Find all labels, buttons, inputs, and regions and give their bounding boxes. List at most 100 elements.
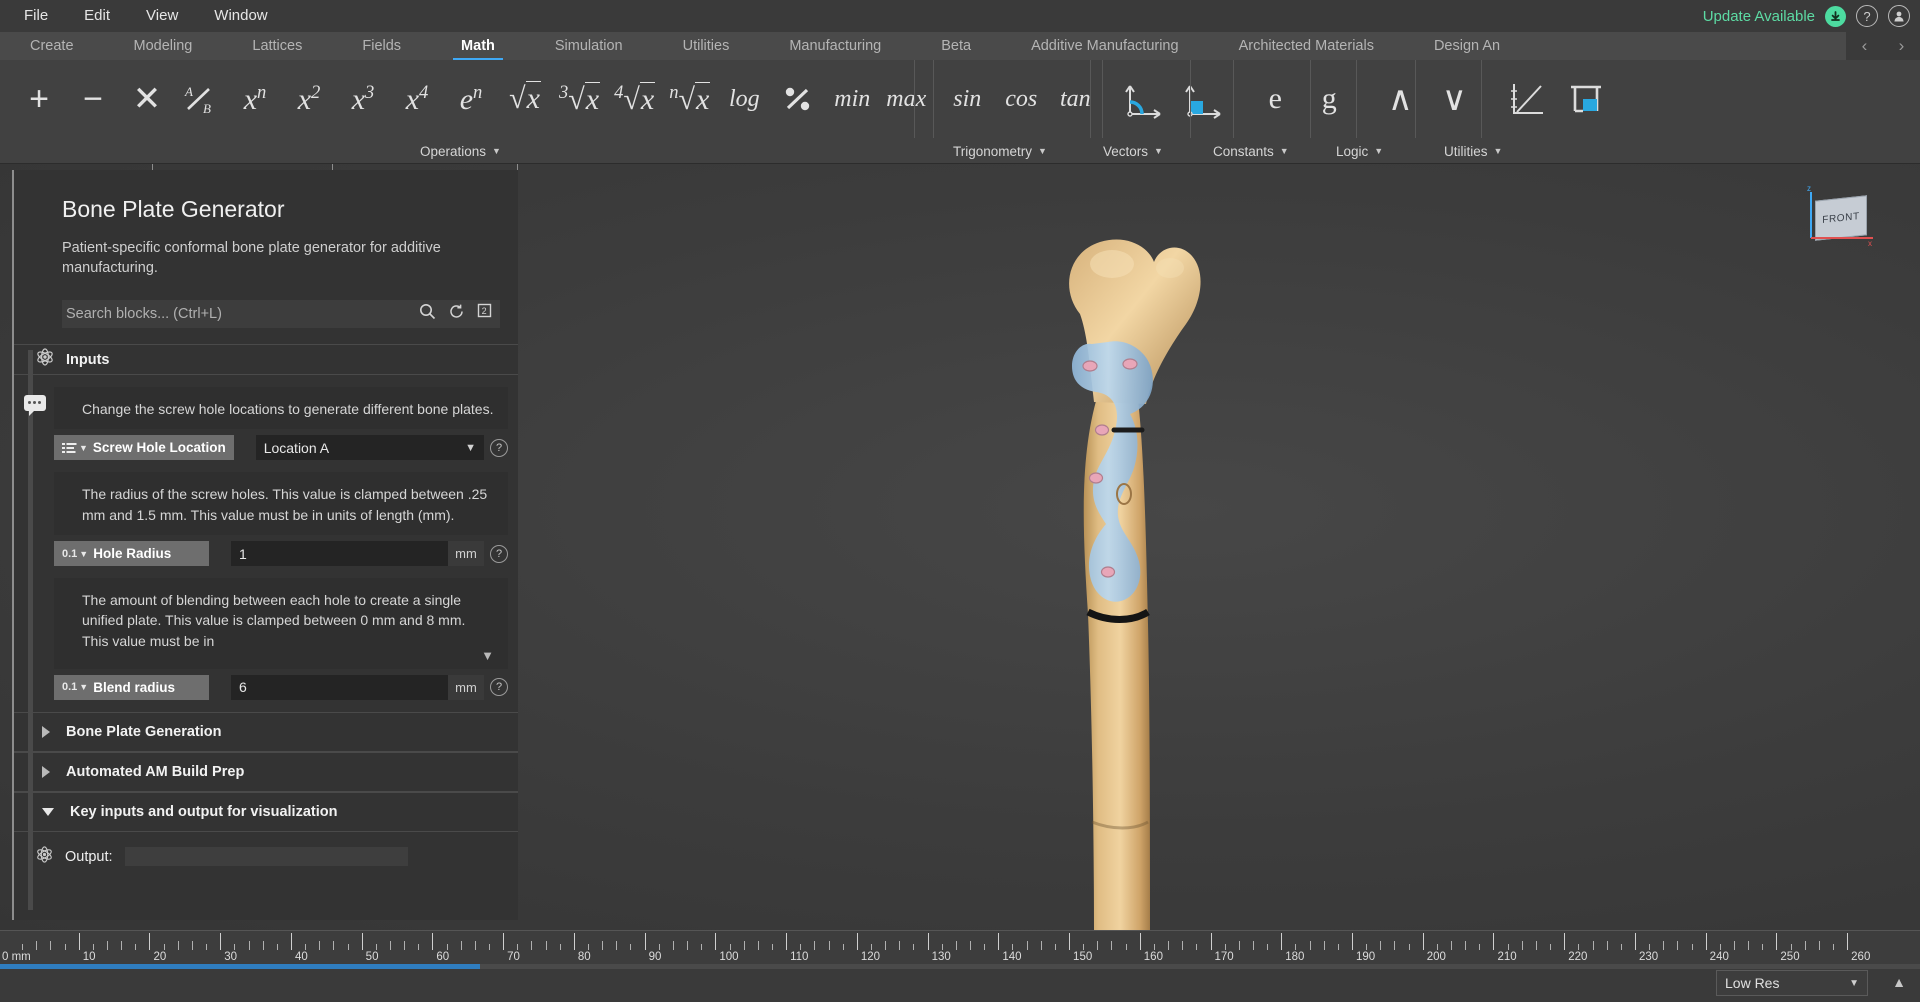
ribbon-group-label-constants[interactable]: Constants▼ <box>1213 138 1289 164</box>
tab-lattices[interactable]: Lattices <box>222 32 332 60</box>
field-tag-screw-hole-location[interactable]: ▼ Screw Hole Location <box>54 435 234 460</box>
ruler-major-tick <box>1847 933 1848 950</box>
refresh-icon[interactable] <box>448 303 465 325</box>
power-2-button[interactable]: x2 <box>282 60 336 138</box>
power-n-button[interactable]: xn <box>228 60 282 138</box>
ribbon-group-label-vectors[interactable]: Vectors▼ <box>1103 138 1163 164</box>
power-3-button[interactable]: x3 <box>336 60 390 138</box>
logic-and-button[interactable]: ∧ <box>1373 60 1427 138</box>
account-icon[interactable] <box>1888 5 1910 27</box>
ribbon-group-label-logic[interactable]: Logic▼ <box>1336 138 1383 164</box>
ruler-minor-tick <box>1805 941 1806 950</box>
sqrt-button[interactable]: √x <box>498 60 552 138</box>
ruler-major-tick <box>1564 933 1565 950</box>
menu-item-window[interactable]: Window <box>200 0 281 32</box>
tab-fields[interactable]: Fields <box>332 32 431 60</box>
bounding-box-icon[interactable] <box>1556 60 1616 138</box>
min-button[interactable]: min <box>825 60 879 138</box>
menu-item-edit[interactable]: Edit <box>70 0 124 32</box>
fourth-root-button[interactable]: 4√x <box>607 60 662 138</box>
dropdown-screw-hole-location[interactable]: Location A ▼ <box>256 435 484 460</box>
help-icon[interactable]: ? <box>1856 5 1878 27</box>
duplicate-icon[interactable]: 2 <box>477 303 494 325</box>
ruler-tick-label: 250 <box>1780 951 1799 963</box>
tab-modeling[interactable]: Modeling <box>104 32 223 60</box>
ruler-minor-tick <box>1380 941 1381 950</box>
svg-text:B: B <box>203 101 211 116</box>
expand-help-chevron-down-icon[interactable]: ▼ <box>481 648 494 663</box>
help-icon-screw-hole-location[interactable]: ? <box>490 439 508 457</box>
angle-between-vectors-icon[interactable] <box>1113 60 1173 138</box>
graph-icon[interactable] <box>1498 60 1556 138</box>
field-tag-hole-radius[interactable]: 0.1 ▼ Hole Radius <box>54 541 209 566</box>
section-label-inputs: Inputs <box>66 352 110 368</box>
tab-manufacturing[interactable]: Manufacturing <box>759 32 911 60</box>
ribbon-group-label-trigonometry[interactable]: Trigonometry▼ <box>953 138 1047 164</box>
resolution-select[interactable]: Low Res ▼ <box>1716 970 1868 996</box>
accordion-bone-plate-generation[interactable]: Bone Plate Generation <box>14 712 518 752</box>
menu-item-view[interactable]: View <box>132 0 192 32</box>
ruler-major-tick <box>149 933 150 950</box>
number-input-hole-radius[interactable]: 1 <box>231 541 448 566</box>
add-button[interactable]: + <box>12 60 66 138</box>
subtract-button[interactable]: − <box>66 60 120 138</box>
ruler-minor-tick <box>1267 944 1268 950</box>
ruler-minor-tick <box>1295 944 1296 950</box>
search-input[interactable] <box>62 306 419 322</box>
tab-architected-materials[interactable]: Architected Materials <box>1209 32 1404 60</box>
bone-plate-on-femur[interactable] <box>1020 194 1280 930</box>
ruler-minor-tick <box>871 944 872 950</box>
ribbon-group-label-operations[interactable]: Operations▼ <box>420 138 501 164</box>
section-header-inputs[interactable]: Inputs <box>14 344 518 375</box>
accordion-automated-am-build-prep[interactable]: Automated AM Build Prep <box>14 752 518 792</box>
exp-n-button[interactable]: en <box>444 60 498 138</box>
tab-utilities[interactable]: Utilities <box>653 32 760 60</box>
constant-e-button[interactable]: e <box>1248 60 1302 138</box>
search-icon[interactable] <box>419 303 436 325</box>
chevron-right-icon[interactable]: › <box>1899 36 1905 56</box>
perpendicular-vector-icon[interactable] <box>1173 60 1233 138</box>
multiply-button[interactable]: ✕ <box>120 60 174 138</box>
tab-design-analysis[interactable]: Design An <box>1404 32 1530 60</box>
panel-scrollbar[interactable] <box>28 350 33 910</box>
chevron-left-icon[interactable]: ‹ <box>1862 36 1868 56</box>
comment-icon[interactable] <box>24 395 46 411</box>
ruler-minor-tick <box>1182 941 1183 950</box>
view-cube[interactable]: FRONT z x <box>1805 184 1875 254</box>
update-available-label[interactable]: Update Available <box>1703 8 1815 25</box>
ruler-minor-tick <box>744 941 745 950</box>
tan-button[interactable]: tan <box>1048 60 1102 138</box>
search-bar[interactable]: 2 <box>62 300 500 328</box>
sin-button[interactable]: sin <box>940 60 994 138</box>
chevron-down-icon: ▼ <box>1374 146 1383 156</box>
ruler-tick-label: 60 <box>436 951 449 963</box>
tab-math[interactable]: Math <box>431 32 525 60</box>
power-4-button[interactable]: x4 <box>390 60 444 138</box>
cos-button[interactable]: cos <box>994 60 1048 138</box>
nth-root-button[interactable]: n√x <box>662 60 717 138</box>
tab-beta[interactable]: Beta <box>911 32 1001 60</box>
log-button[interactable]: log <box>717 60 771 138</box>
menu-item-file[interactable]: File <box>10 0 62 32</box>
ruler-major-tick <box>1706 933 1707 950</box>
cbrt-button[interactable]: 3√x <box>552 60 607 138</box>
ruler-tick-label: 190 <box>1356 951 1375 963</box>
tab-simulation[interactable]: Simulation <box>525 32 653 60</box>
download-icon[interactable] <box>1825 6 1846 27</box>
ruler-tick-label: 260 <box>1851 951 1870 963</box>
tab-additive-manufacturing[interactable]: Additive Manufacturing <box>1001 32 1209 60</box>
accordion-key-inputs-and-output[interactable]: Key inputs and output for visualization <box>14 792 518 832</box>
output-value-box[interactable] <box>125 847 408 866</box>
chevron-up-icon[interactable]: ▲ <box>1892 974 1906 990</box>
ribbon-group-label-utilities[interactable]: Utilities▼ <box>1444 138 1502 164</box>
logic-or-button[interactable]: ∨ <box>1427 60 1481 138</box>
help-icon-hole-radius[interactable]: ? <box>490 545 508 563</box>
percent-button[interactable] <box>771 60 825 138</box>
field-tag-blend-radius[interactable]: 0.1 ▼ Blend radius <box>54 675 209 700</box>
divide-button[interactable]: AB <box>174 60 228 138</box>
number-input-blend-radius[interactable]: 6 <box>231 675 448 700</box>
ruler-minor-tick <box>630 944 631 950</box>
max-button[interactable]: max <box>879 60 933 138</box>
help-icon-blend-radius[interactable]: ? <box>490 678 508 696</box>
tab-create[interactable]: Create <box>0 32 104 60</box>
